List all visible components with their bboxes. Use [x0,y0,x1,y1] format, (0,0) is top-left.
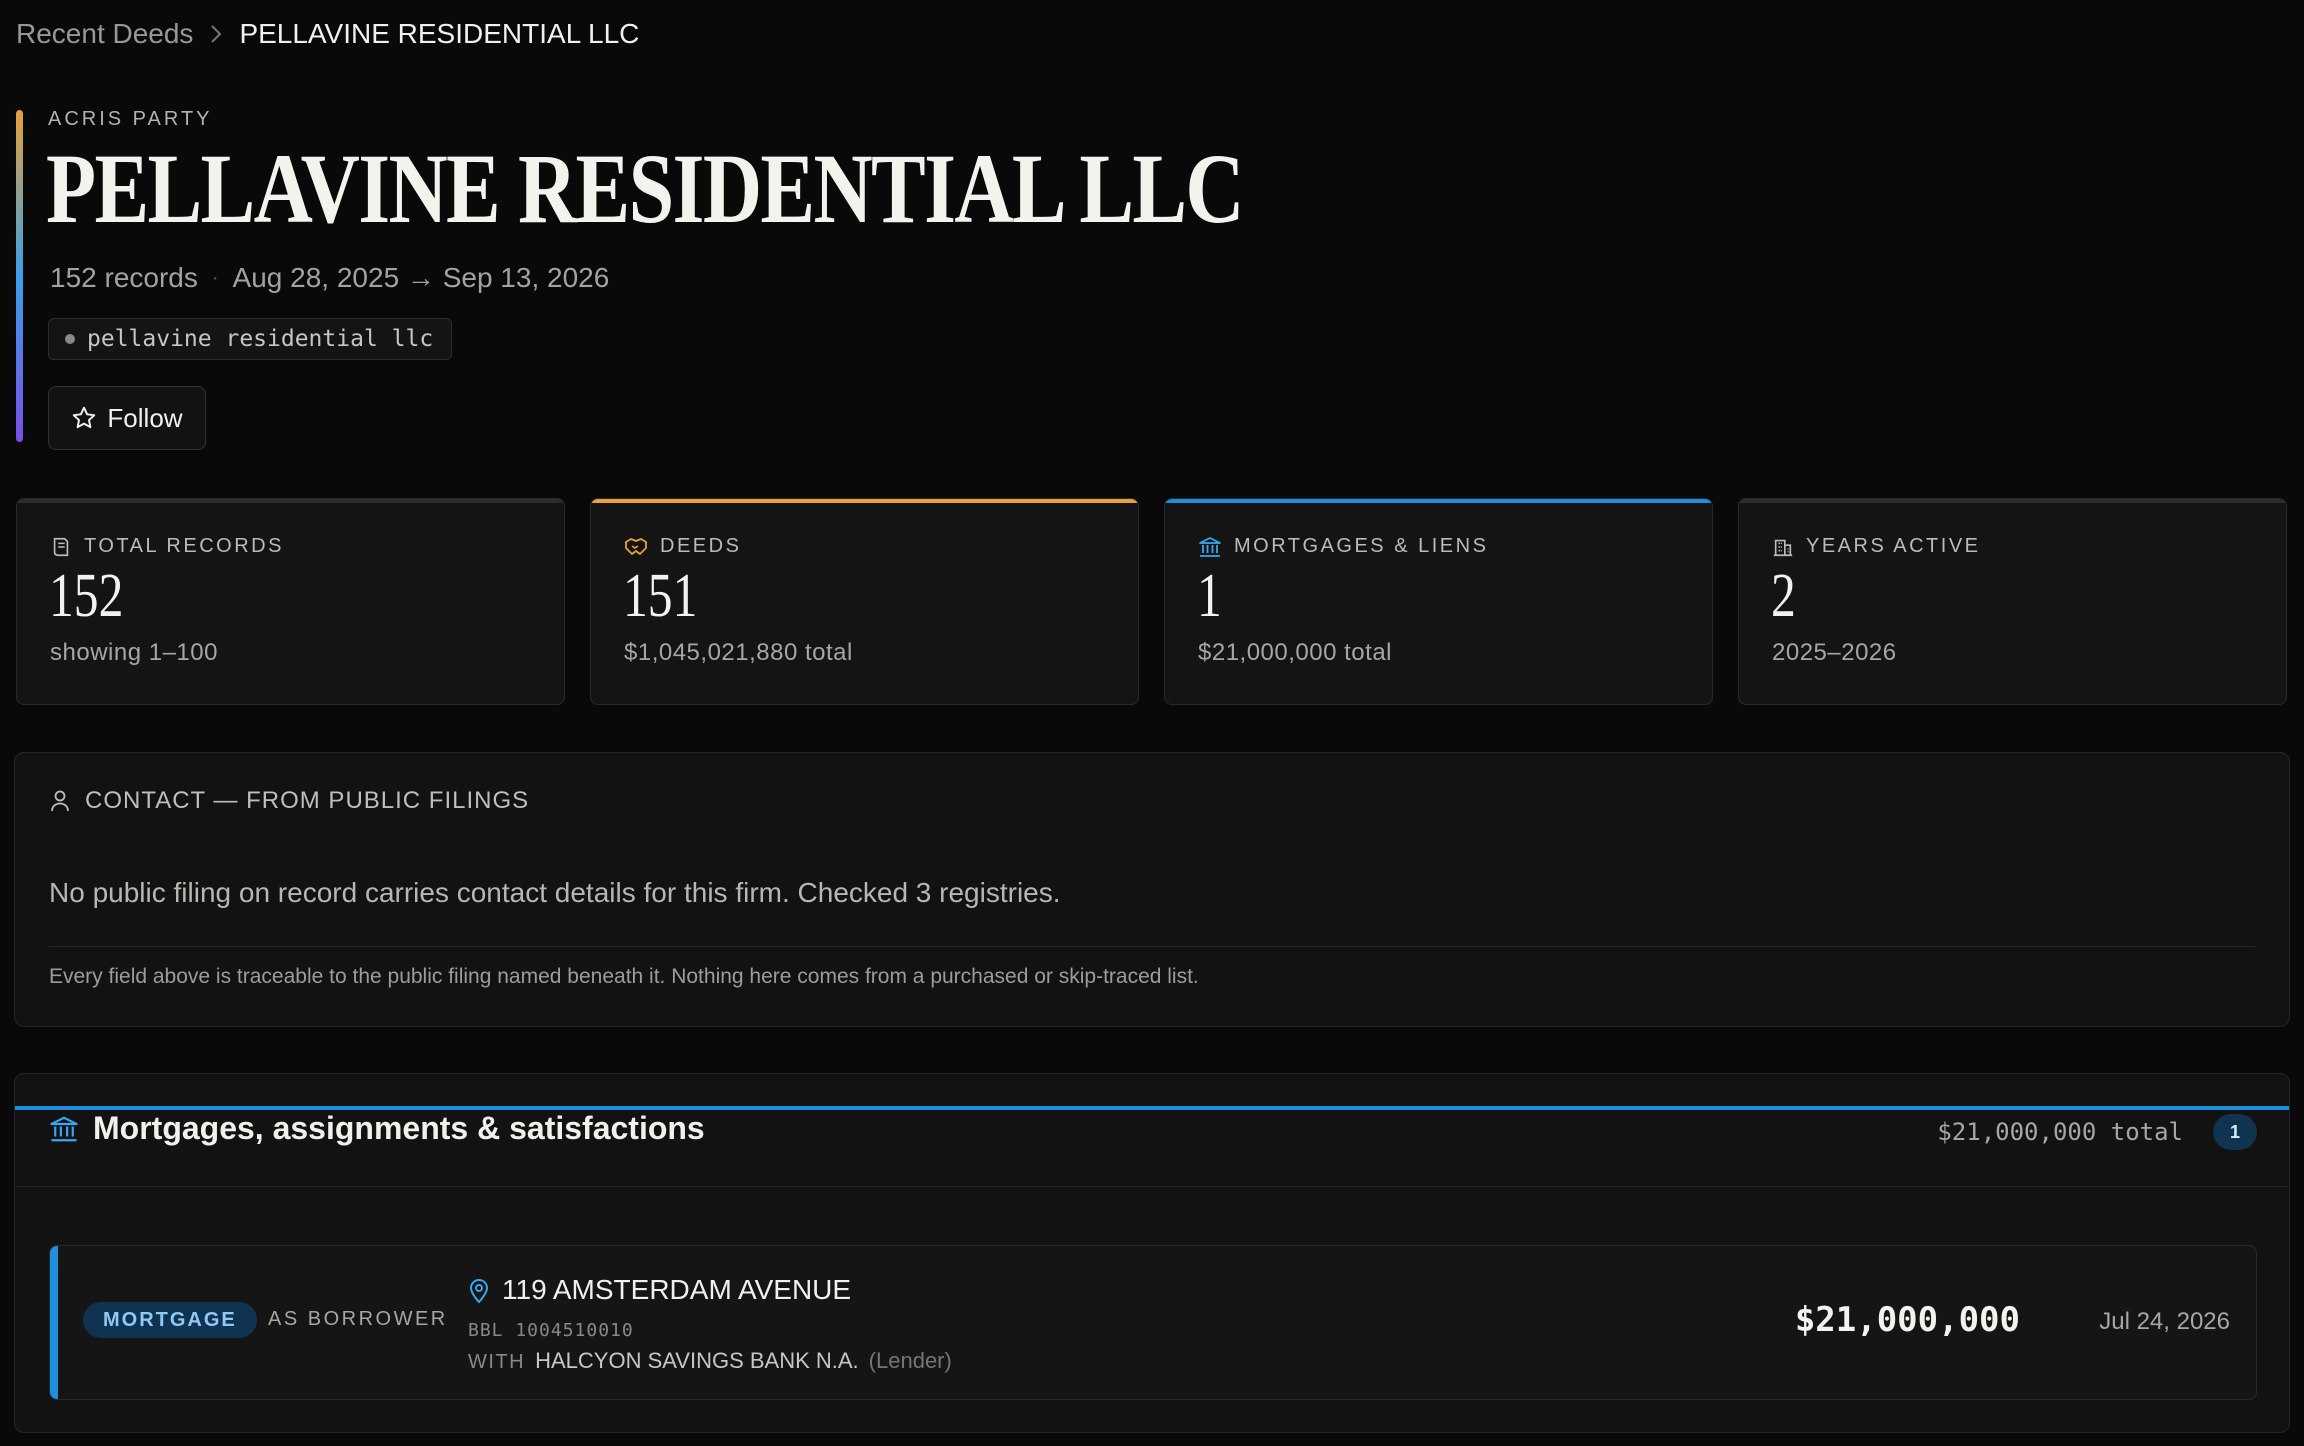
stat-label-row: TOTAL RECORDS [50,535,284,558]
stat-card-deeds: DEEDS 151 $1,045,021,880 total [590,498,1139,705]
divider [49,946,2255,947]
party-meta: 152 records · Aug 28, 2025 → Sep 13, 202… [50,262,609,294]
star-icon [71,405,97,431]
stat-label-row: YEARS ACTIVE [1772,535,1981,558]
breadcrumb-current: PELLAVINE RESIDENTIAL LLC [239,18,640,49]
mortgages-heading-row: Mortgages, assignments & satisfactions [49,1110,705,1147]
mortgages-count-badge: 1 [2213,1114,2257,1150]
chevron-right-icon [209,23,223,45]
card-topline [591,499,1138,503]
follow-label: Follow [107,402,183,433]
alias-chip: pellavine residential llc [48,318,453,360]
stat-card-total-records: TOTAL RECORDS 152 showing 1–100 [16,498,565,705]
breadcrumb-recent-deeds-link[interactable]: Recent Deeds [16,18,193,50]
card-topline [1165,499,1712,503]
divider [15,1186,2289,1187]
stat-card-years-active: YEARS ACTIVE 2 2025–2026 [1738,498,2287,705]
date-range: Aug 28, 2025 → Sep 13, 2026 [232,262,610,293]
contact-heading: CONTACT — FROM PUBLIC FILINGS [85,787,530,814]
bank-icon [49,1114,79,1144]
alias-text: pellavine residential llc [87,326,434,352]
address-text: 119 AMSTERDAM AVENUE [502,1274,852,1305]
contact-provenance-note: Every field above is traceable to the pu… [49,965,1199,988]
counterparty-role: (Lender) [868,1348,952,1373]
handshake-icon [624,536,648,558]
stat-sub: $1,045,021,880 total [624,639,853,666]
contact-panel: CONTACT — FROM PUBLIC FILINGS No public … [14,752,2290,1027]
stat-label: DEEDS [660,535,742,557]
records-count: 152 records [50,262,198,293]
stat-sub: showing 1–100 [50,639,218,666]
building-icon [1772,536,1794,558]
mortgages-section: Mortgages, assignments & satisfactions $… [14,1073,2290,1433]
mortgage-date: Jul 24, 2026 [2099,1308,2230,1335]
bbl-number: BBL 1004510010 [468,1320,634,1341]
header-accent-bar [16,110,23,442]
stat-value: 152 [49,562,124,630]
stat-label-row: DEEDS [624,535,741,558]
stat-label: TOTAL RECORDS [84,535,284,557]
bank-icon [1198,536,1222,558]
counterparty-line: WITH HALCYON SAVINGS BANK N.A. (Lender) [468,1348,952,1374]
mortgages-title: Mortgages, assignments & satisfactions [93,1110,705,1146]
stat-label-row: MORTGAGES & LIENS [1198,535,1488,558]
stat-label: YEARS ACTIVE [1806,535,1981,557]
stat-card-mortgages: MORTGAGES & LIENS 1 $21,000,000 total [1164,498,1713,705]
mortgage-row[interactable]: MORTGAGE AS BORROWER 119 AMSTERDAM AVENU… [49,1245,2257,1400]
stat-value: 1 [1197,562,1222,630]
stat-value: 2 [1771,562,1796,630]
map-pin-icon [468,1276,490,1304]
stat-sub: $21,000,000 total [1198,639,1392,666]
breadcrumb: Recent Deeds PELLAVINE RESIDENTIAL LLC [16,18,639,50]
record-type-badge: MORTGAGE [83,1302,257,1338]
property-address[interactable]: 119 AMSTERDAM AVENUE [468,1274,851,1306]
stat-label: MORTGAGES & LIENS [1234,535,1489,557]
with-label: WITH [468,1351,526,1373]
party-eyebrow: ACRIS PARTY [48,108,213,130]
user-icon [49,789,71,813]
card-topline [1739,499,2286,503]
mortgages-total: $21,000,000 total [1937,1118,2183,1146]
follow-button[interactable]: Follow [48,386,206,450]
counterparty-name[interactable]: HALCYON SAVINGS BANK N.A. [535,1348,859,1374]
row-accent-bar [50,1246,58,1399]
contact-message: No public filing on record carries conta… [49,877,1061,908]
party-role: AS BORROWER [268,1308,448,1330]
dot-icon [65,334,75,344]
mortgage-amount: $21,000,000 [1794,1300,2020,1340]
stat-sub: 2025–2026 [1772,639,1897,666]
page-title: PELLAVINE RESIDENTIAL LLC [46,133,1245,244]
card-topline [17,499,564,503]
stat-value: 151 [623,562,698,630]
contact-heading-row: CONTACT — FROM PUBLIC FILINGS [49,787,529,815]
meta-separator: · [211,266,219,289]
document-icon [50,536,72,558]
